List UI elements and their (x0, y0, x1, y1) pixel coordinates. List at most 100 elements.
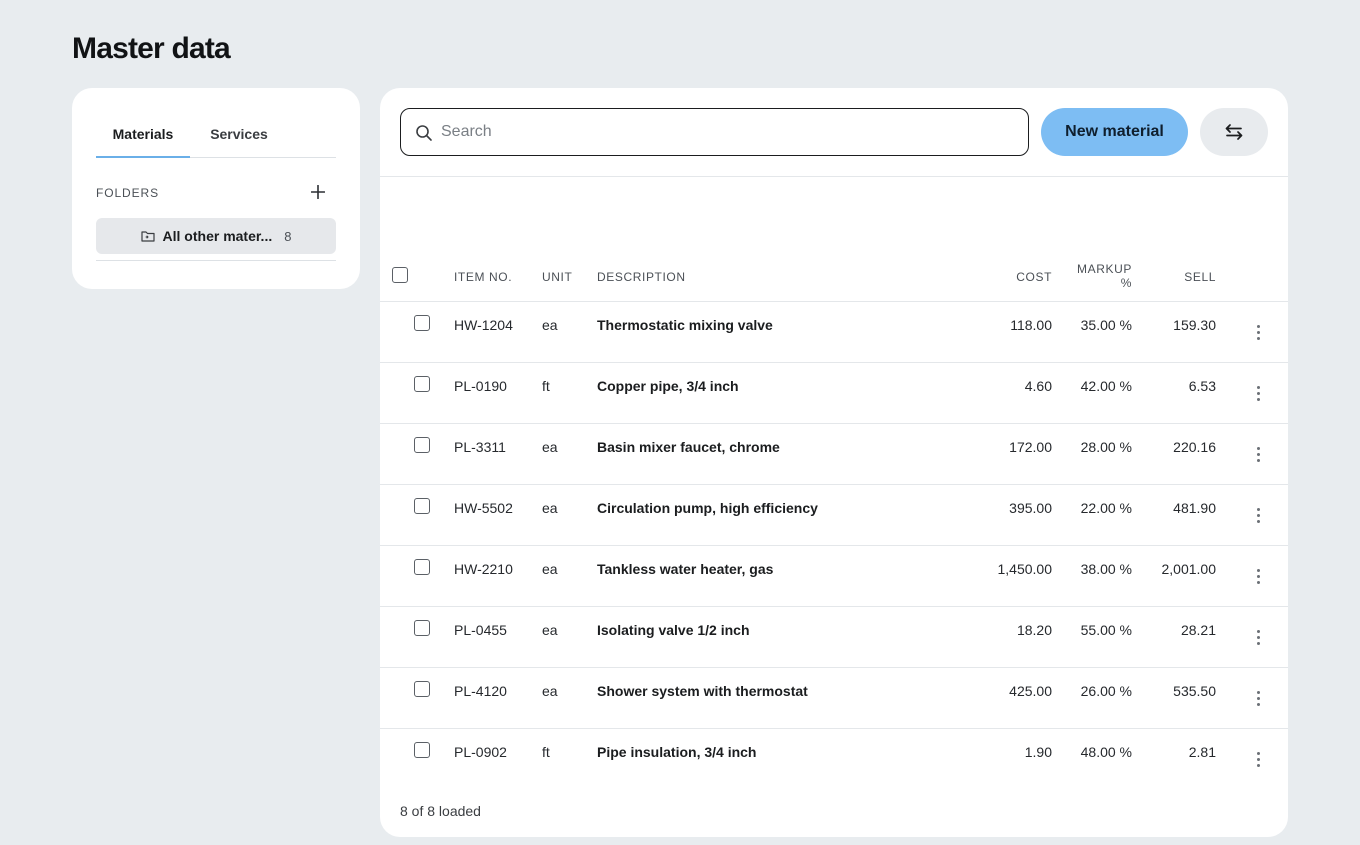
row-more-menu-icon[interactable] (1250, 627, 1266, 647)
unit: ft (542, 378, 550, 394)
description: Shower system with thermostat (597, 683, 808, 699)
add-folder-button[interactable] (308, 182, 328, 202)
row-checkbox[interactable] (414, 742, 430, 758)
cost: 118.00 (1010, 317, 1052, 333)
page-title: Master data (72, 32, 231, 65)
folders-label: FOLDERS (96, 186, 159, 200)
markup: 26.00 % (1080, 683, 1132, 699)
description: Copper pipe, 3/4 inch (597, 378, 739, 394)
sell: 6.53 (1188, 378, 1216, 394)
row-checkbox[interactable] (414, 559, 430, 575)
row-checkbox[interactable] (414, 498, 430, 514)
toolbar-divider (380, 176, 1288, 177)
tab-materials[interactable]: Materials (96, 116, 190, 158)
search-input[interactable] (441, 109, 1021, 155)
cost: 18.20 (1016, 622, 1052, 638)
unit: ea (542, 500, 558, 516)
row-checkbox[interactable] (414, 376, 430, 392)
item-no: PL-4120 (454, 683, 507, 699)
cost: 395.00 (1009, 500, 1052, 516)
row-checkbox[interactable] (414, 437, 430, 453)
markup: 22.00 % (1080, 500, 1132, 516)
row-checkbox[interactable] (414, 681, 430, 697)
cost: 172.00 (1009, 439, 1052, 455)
table-row[interactable]: PL-4120 ea Shower system with thermostat… (380, 668, 1288, 729)
unit: ea (542, 561, 558, 577)
row-more-menu-icon[interactable] (1250, 566, 1266, 586)
table-row[interactable]: PL-0902 ft Pipe insulation, 3/4 inch 1.9… (380, 729, 1288, 790)
description: Basin mixer faucet, chrome (597, 439, 780, 455)
folder-item-all-other[interactable]: All other mater... 8 (96, 218, 336, 254)
tab-services[interactable]: Services (200, 116, 278, 158)
search-box[interactable] (400, 108, 1029, 156)
table-row[interactable]: HW-5502 ea Circulation pump, high effici… (380, 485, 1288, 546)
table-row[interactable]: PL-0455 ea Isolating valve 1/2 inch 18.2… (380, 607, 1288, 668)
unit: ea (542, 439, 558, 455)
description: Pipe insulation, 3/4 inch (597, 744, 757, 760)
column-markup-line1: MARKUP (1077, 262, 1132, 276)
column-description[interactable]: DESCRIPTION (597, 270, 686, 284)
table-row[interactable]: PL-3311 ea Basin mixer faucet, chrome 17… (380, 424, 1288, 485)
folders-panel: Materials Services FOLDERS All other mat… (72, 88, 360, 289)
row-checkbox[interactable] (414, 620, 430, 636)
sell: 2,001.00 (1161, 561, 1217, 577)
column-cost[interactable]: COST (1016, 270, 1052, 284)
sell: 220.16 (1173, 439, 1216, 455)
cost: 425.00 (1009, 683, 1052, 699)
description: Tankless water heater, gas (597, 561, 774, 577)
column-markup[interactable]: MARKUP % (1077, 262, 1132, 290)
unit: ea (542, 317, 558, 333)
folder-count: 8 (284, 228, 292, 244)
item-no: HW-2210 (454, 561, 513, 577)
table-row[interactable]: HW-2210 ea Tankless water heater, gas 1,… (380, 546, 1288, 607)
cost: 1,450.00 (997, 561, 1053, 577)
folder-label: All other mater... (162, 228, 273, 244)
description: Circulation pump, high efficiency (597, 500, 818, 516)
markup: 35.00 % (1080, 317, 1132, 333)
description: Thermostatic mixing valve (597, 317, 773, 333)
table-row[interactable]: HW-1204 ea Thermostatic mixing valve 118… (380, 302, 1288, 363)
loaded-count: 8 of 8 loaded (400, 803, 481, 819)
markup: 38.00 % (1080, 561, 1132, 577)
row-checkbox[interactable] (414, 315, 430, 331)
row-more-menu-icon[interactable] (1250, 322, 1266, 342)
search-icon (416, 125, 432, 141)
select-all-checkbox[interactable] (392, 267, 408, 283)
cost: 1.90 (1024, 744, 1052, 760)
row-more-menu-icon[interactable] (1250, 688, 1266, 708)
table-header: ITEM NO. UNIT DESCRIPTION COST MARKUP % … (380, 252, 1288, 302)
row-more-menu-icon[interactable] (1250, 444, 1266, 464)
item-no: PL-3311 (454, 439, 506, 455)
item-no: PL-0190 (454, 378, 507, 394)
folder-divider (96, 260, 336, 261)
unit: ea (542, 683, 558, 699)
swap-button[interactable] (1200, 108, 1268, 156)
sell: 535.50 (1173, 683, 1216, 699)
item-no: HW-5502 (454, 500, 513, 516)
item-no: HW-1204 (454, 317, 513, 333)
sell: 481.90 (1173, 500, 1216, 516)
table-row[interactable]: PL-0190 ft Copper pipe, 3/4 inch 4.60 42… (380, 363, 1288, 424)
folder-icon (140, 231, 155, 242)
unit: ft (542, 744, 550, 760)
markup: 48.00 % (1080, 744, 1132, 760)
row-more-menu-icon[interactable] (1250, 383, 1266, 403)
materials-panel: New material ITEM NO. UNIT DESCRIPTION C… (380, 88, 1288, 837)
row-more-menu-icon[interactable] (1250, 749, 1266, 769)
description: Isolating valve 1/2 inch (597, 622, 750, 638)
row-more-menu-icon[interactable] (1250, 505, 1266, 525)
new-material-button[interactable]: New material (1041, 108, 1188, 156)
swap-arrows-icon (1225, 124, 1243, 140)
cost: 4.60 (1024, 378, 1052, 394)
column-unit[interactable]: UNIT (542, 270, 572, 284)
markup: 42.00 % (1080, 378, 1132, 394)
sell: 159.30 (1173, 317, 1216, 333)
column-item-no[interactable]: ITEM NO. (454, 270, 512, 284)
category-tabs: Materials Services (96, 116, 336, 158)
sell: 2.81 (1188, 744, 1216, 760)
item-no: PL-0902 (454, 744, 507, 760)
item-no: PL-0455 (454, 622, 507, 638)
column-sell[interactable]: SELL (1184, 270, 1216, 284)
column-markup-line2: % (1120, 276, 1132, 290)
plus-icon (311, 185, 325, 199)
